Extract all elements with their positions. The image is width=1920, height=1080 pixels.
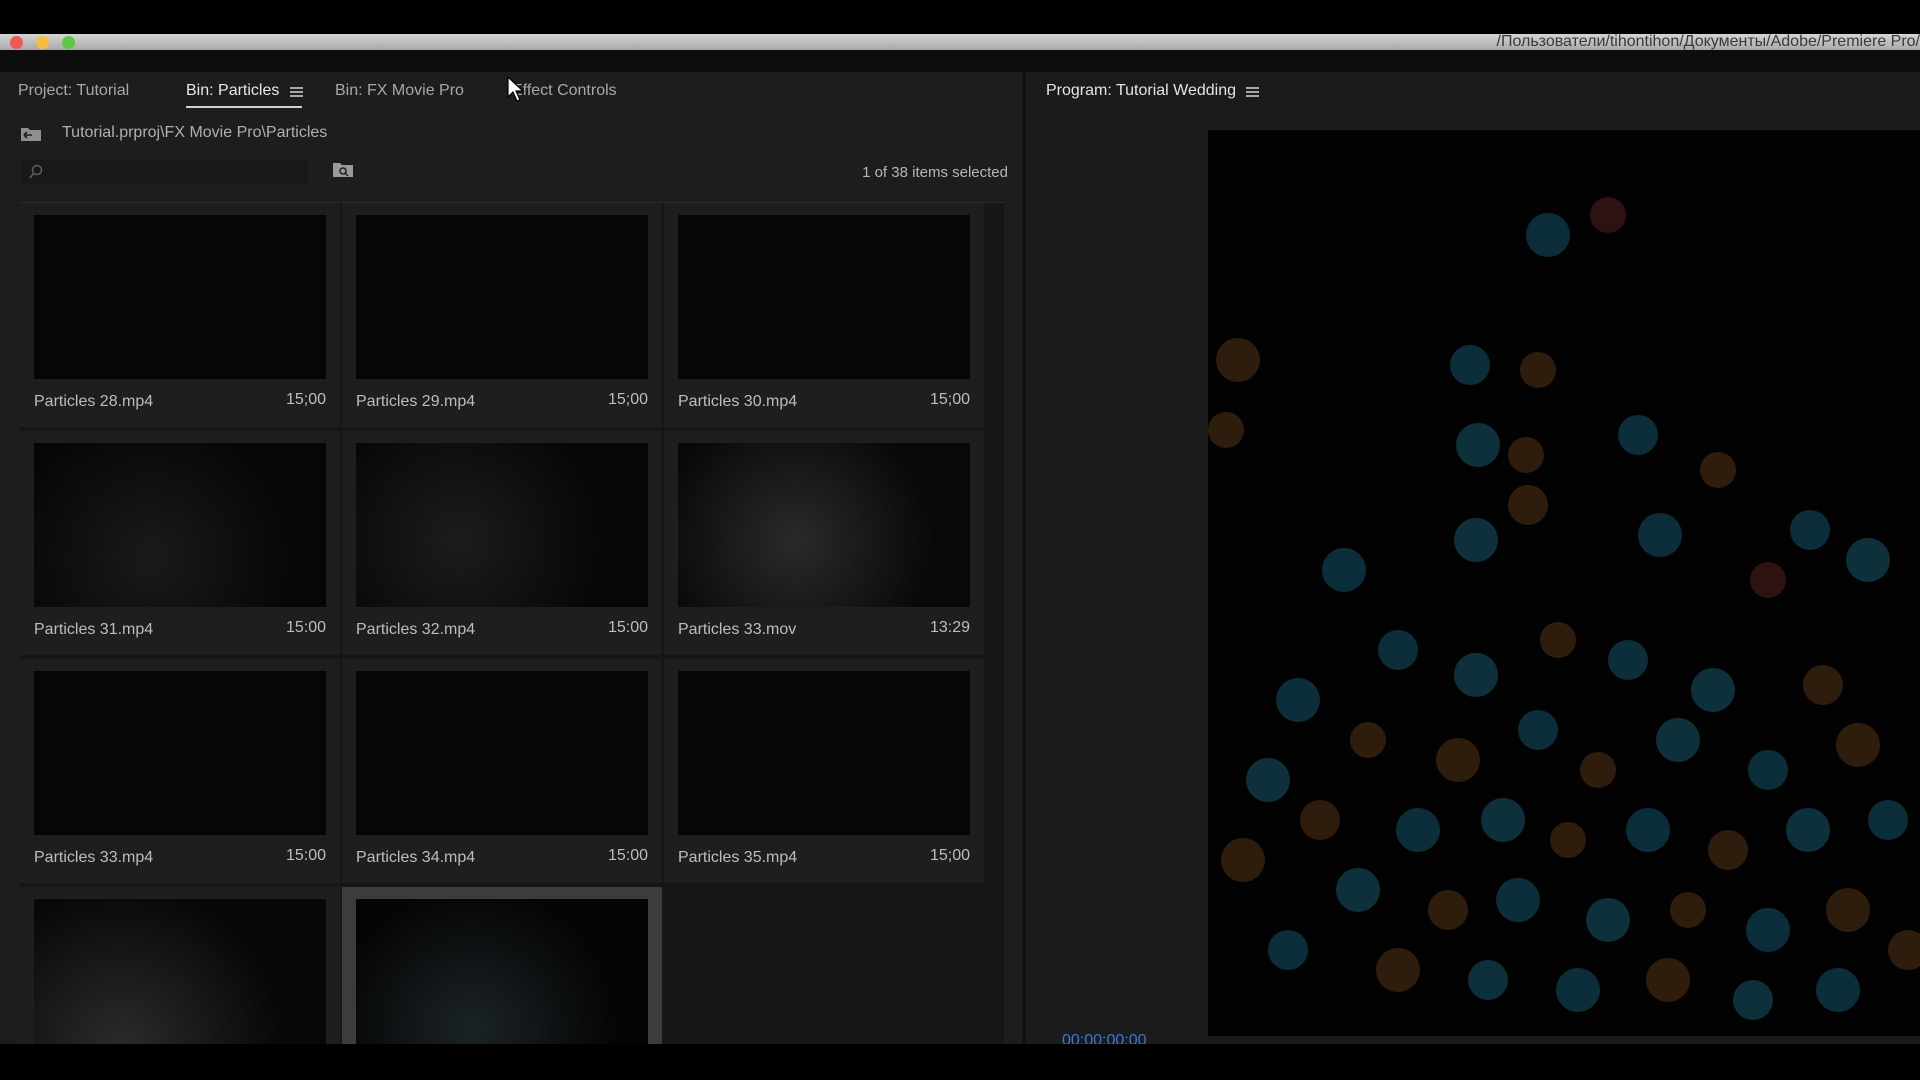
clip-thumbnail[interactable] <box>356 215 648 379</box>
clip-duration: 15:00 <box>285 619 326 636</box>
toolbar-strip <box>0 50 1920 72</box>
clip-name: Particles 33.mp4 <box>34 849 154 866</box>
program-menu-icon[interactable] <box>1246 87 1259 97</box>
clip-thumbnail[interactable] <box>34 443 326 607</box>
clip-tile[interactable] <box>20 887 340 1045</box>
clip-tile[interactable]: Particles 33.mov 13:29 <box>664 431 984 655</box>
new-search-bin-icon[interactable] <box>332 162 354 178</box>
clip-name: Particles 29.mp4 <box>356 393 476 410</box>
clip-thumbnail[interactable] <box>356 899 648 1045</box>
bokeh-particles-frame <box>1208 197 1920 1020</box>
window-titlebar: /Пользователи/tihontihon/Документы/Adobe… <box>0 33 1920 50</box>
clip-name: Particles 32.mp4 <box>356 621 476 638</box>
minimize-window-button[interactable] <box>36 36 49 49</box>
clip-name: Particles 35.mp4 <box>678 849 798 866</box>
clip-tile[interactable]: Particles 34.mp4 15:00 <box>342 659 662 883</box>
bottom-bar <box>0 1044 1920 1080</box>
clip-tile[interactable]: Particles 35.mp4 15;00 <box>664 659 984 883</box>
clip-duration: 15;00 <box>929 391 970 408</box>
program-monitor-title[interactable]: Program: Tutorial Wedding <box>1046 82 1236 100</box>
clip-duration: 15;00 <box>929 847 970 864</box>
clip-thumbnail[interactable] <box>678 671 970 835</box>
tab-bin-fx-movie-pro[interactable]: Bin: FX Movie Pro <box>335 82 464 100</box>
folder-icon[interactable] <box>20 126 42 142</box>
zoom-window-button[interactable] <box>62 36 75 49</box>
bin-path: Tutorial.prproj\FX Movie Pro\Particles <box>62 124 328 141</box>
panel-menu-icon[interactable] <box>290 87 303 97</box>
clip-thumbnail[interactable] <box>34 671 326 835</box>
clip-tile-selected[interactable] <box>342 887 662 1045</box>
clip-thumbnail[interactable] <box>678 443 970 607</box>
clip-tile[interactable]: Particles 29.mp4 15;00 <box>342 203 662 427</box>
tab-project-tutorial[interactable]: Project: Tutorial <box>18 82 129 100</box>
search-icon <box>29 164 43 179</box>
clip-duration: 15;00 <box>285 391 326 408</box>
window-path-title: /Пользователи/tihontihon/Документы/Adobe… <box>1496 33 1920 50</box>
clip-tile[interactable]: Particles 31.mp4 15:00 <box>20 431 340 655</box>
clip-duration: 15:00 <box>285 847 326 864</box>
clip-duration: 13:29 <box>929 619 970 636</box>
clip-name: Particles 30.mp4 <box>678 393 798 410</box>
project-panel: Project: Tutorial Bin: Particles Bin: FX… <box>0 72 1022 1045</box>
clip-thumbnail[interactable] <box>678 215 970 379</box>
clip-grid: Particles 28.mp4 15;00 Particles 29.mp4 … <box>20 202 1004 1045</box>
clip-thumbnail[interactable] <box>356 671 648 835</box>
clip-tile[interactable]: Particles 33.mp4 15:00 <box>20 659 340 883</box>
tab-effect-controls[interactable]: Effect Controls <box>512 82 617 100</box>
program-monitor-panel: Program: Tutorial Wedding 00:00:00:00 <box>1026 72 1920 1044</box>
active-tab-indicator <box>186 106 302 108</box>
clip-duration: 15:00 <box>607 847 648 864</box>
clip-name: Particles 34.mp4 <box>356 849 476 866</box>
clip-thumbnail[interactable] <box>34 215 326 379</box>
clip-tile[interactable]: Particles 32.mp4 15:00 <box>342 431 662 655</box>
clip-thumbnail[interactable] <box>356 443 648 607</box>
clip-tile[interactable]: Particles 28.mp4 15;00 <box>20 203 340 427</box>
program-timecode[interactable]: 00:00:00:00 <box>1062 1032 1147 1044</box>
program-monitor-video[interactable] <box>1208 130 1920 1036</box>
pointer-cursor-icon <box>507 76 525 102</box>
search-input[interactable] <box>22 160 308 184</box>
clip-duration: 15;00 <box>607 391 648 408</box>
clip-name: Particles 28.mp4 <box>34 393 154 410</box>
tab-bin-particles[interactable]: Bin: Particles <box>186 82 279 100</box>
clip-name: Particles 31.mp4 <box>34 621 154 638</box>
items-selected-count: 1 of 38 items selected <box>862 164 1008 181</box>
close-window-button[interactable] <box>10 36 23 49</box>
clip-tile[interactable]: Particles 30.mp4 15;00 <box>664 203 984 427</box>
clip-thumbnail[interactable] <box>34 899 326 1045</box>
clip-duration: 15:00 <box>607 619 648 636</box>
clip-name: Particles 33.mov <box>678 621 797 638</box>
